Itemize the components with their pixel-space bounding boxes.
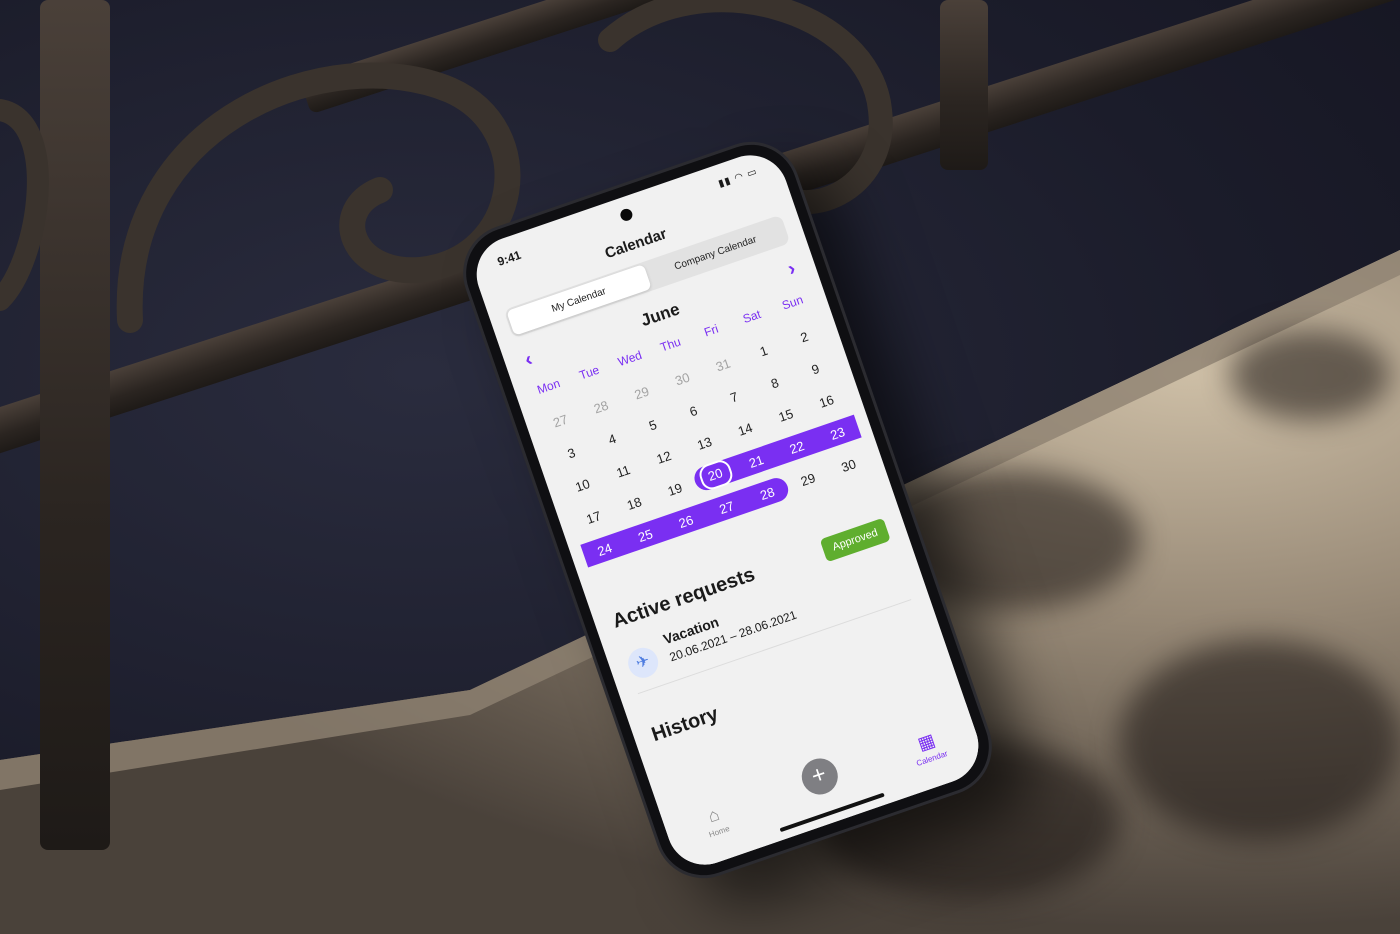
calendar-day[interactable]: 18 xyxy=(611,489,657,517)
calendar-day[interactable]: 30 xyxy=(659,364,705,392)
calendar-day[interactable]: 27 xyxy=(538,406,584,434)
calendar-day[interactable]: 13 xyxy=(682,429,728,457)
status-icons: ▮▮ ◠ ▭ xyxy=(717,166,760,190)
calendar-day[interactable]: 8 xyxy=(752,369,798,397)
add-request-button[interactable]: + xyxy=(796,753,843,800)
calendar-day[interactable]: 17 xyxy=(571,503,617,531)
weekday-label: Fri xyxy=(702,321,721,340)
calendar-day[interactable]: 28 xyxy=(578,392,624,420)
weekday-label: Thu xyxy=(658,334,683,355)
tab-calendar[interactable]: ▦ Calendar xyxy=(895,723,962,773)
calendar-day[interactable]: 30 xyxy=(826,451,872,479)
status-badge: Approved xyxy=(819,517,891,563)
calendar-day[interactable]: 29 xyxy=(785,465,831,493)
calendar-day[interactable]: 16 xyxy=(804,387,850,415)
weekday-label: Tue xyxy=(577,362,602,383)
calendar-day[interactable]: 1 xyxy=(741,336,787,364)
calendar-day[interactable]: 4 xyxy=(589,425,635,453)
weekday-label: Sun xyxy=(780,292,805,313)
status-time: 9:41 xyxy=(495,247,523,269)
calendar-day[interactable]: 14 xyxy=(722,415,768,443)
calendar-day[interactable]: 11 xyxy=(600,457,646,485)
calendar-day[interactable]: 19 xyxy=(652,475,698,503)
calendar-day[interactable]: 29 xyxy=(619,378,665,406)
history-title: History xyxy=(648,702,722,747)
airplane-icon: ✈ xyxy=(624,643,663,682)
calendar-day[interactable]: 31 xyxy=(700,350,746,378)
calendar-day[interactable]: 3 xyxy=(549,439,595,467)
front-camera xyxy=(618,207,634,223)
calendar-day[interactable]: 12 xyxy=(641,443,687,471)
calendar-day[interactable]: 2 xyxy=(781,322,827,350)
tab-home[interactable]: ⌂ Home xyxy=(682,796,749,846)
weekday-label: Sat xyxy=(741,306,763,327)
calendar-day[interactable]: 9 xyxy=(793,355,839,383)
weekday-label: Wed xyxy=(616,347,644,370)
calendar-day[interactable]: 5 xyxy=(630,411,676,439)
weekday-label: Mon xyxy=(535,376,562,397)
calendar-day[interactable]: 6 xyxy=(671,397,717,425)
calendar-day[interactable]: 10 xyxy=(560,471,606,499)
calendar-day[interactable]: 7 xyxy=(711,383,757,411)
calendar-day[interactable]: 15 xyxy=(763,401,809,429)
